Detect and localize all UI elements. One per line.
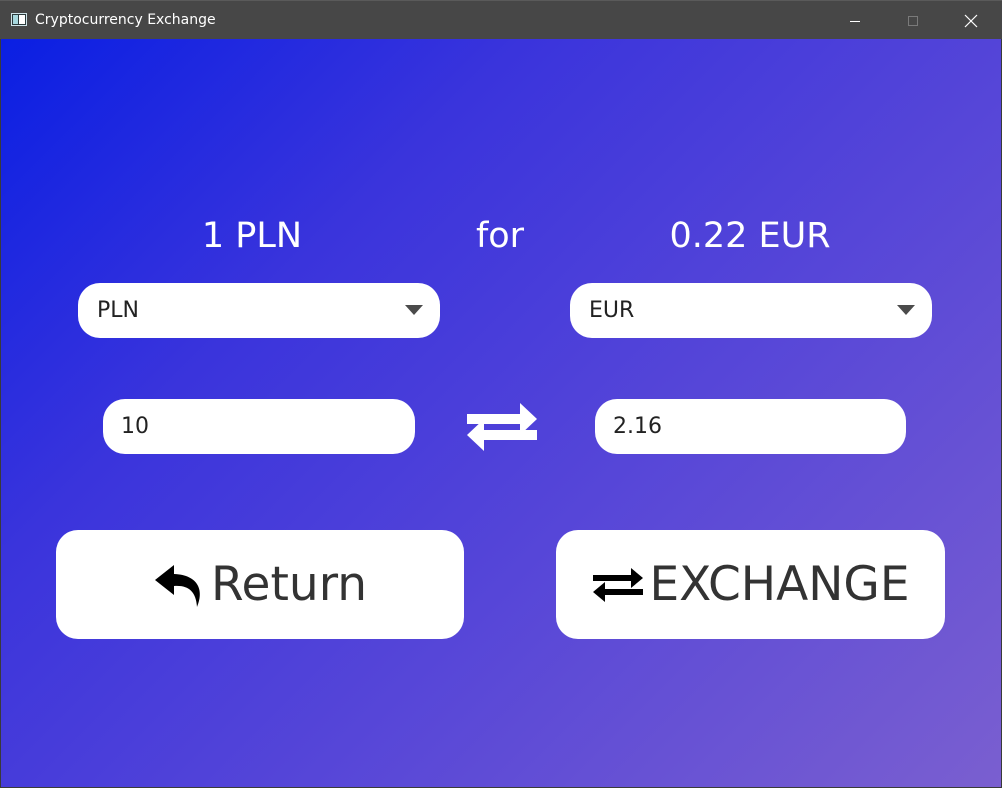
exchange-button[interactable]: EXCHANGE [556, 530, 945, 639]
title-bar[interactable]: Cryptocurrency Exchange [0, 0, 1002, 39]
close-icon [964, 14, 978, 27]
rate-joiner-label: for [475, 216, 525, 256]
rate-from-label: 1 PLN [201, 216, 303, 256]
return-button[interactable]: Return [56, 530, 464, 639]
exchange-arrows-icon [593, 567, 644, 602]
maximize-icon [908, 15, 918, 26]
swap-arrows-icon[interactable] [465, 400, 539, 454]
return-button-label: Return [211, 556, 367, 612]
to-amount-value: 2.16 [613, 414, 662, 439]
to-currency-select[interactable]: EUR [570, 283, 932, 338]
window-title: Cryptocurrency Exchange [35, 12, 216, 28]
exchange-button-label: EXCHANGE [649, 556, 910, 612]
exchange-panel: 1 PLN for 0.22 EUR PLN EUR 10 2.16 Retur… [1, 39, 1001, 787]
app-window-icon [11, 13, 27, 26]
chevron-down-icon [405, 305, 423, 315]
minimize-icon [850, 20, 860, 22]
from-currency-select[interactable]: PLN [78, 283, 440, 338]
from-amount-input[interactable]: 10 [103, 399, 415, 454]
maximize-button[interactable] [884, 1, 942, 40]
chevron-down-icon [897, 305, 915, 315]
from-currency-value: PLN [97, 298, 139, 323]
return-arrow-icon [155, 564, 200, 607]
close-button[interactable] [942, 1, 1000, 40]
rate-to-label: 0.22 EUR [669, 216, 831, 256]
from-amount-value: 10 [121, 414, 149, 439]
to-amount-input[interactable]: 2.16 [595, 399, 906, 454]
app-window: Cryptocurrency Exchange 1 PLN for 0.22 E… [0, 0, 1002, 788]
to-currency-value: EUR [589, 298, 635, 323]
minimize-button[interactable] [826, 1, 884, 40]
